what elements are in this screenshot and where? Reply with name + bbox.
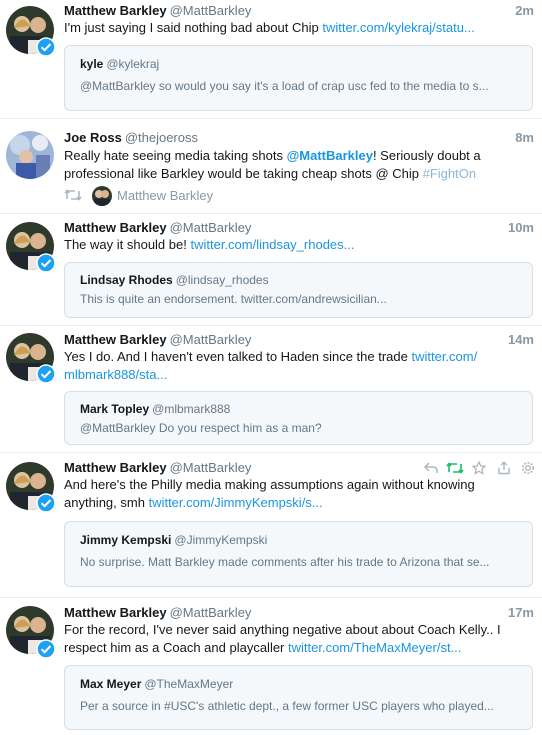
tweet-item[interactable]: Matthew Barkley @MattBarkley 10m The way … [0, 214, 542, 326]
retweeter-name[interactable]: Matthew Barkley [117, 188, 213, 203]
author-name[interactable]: Joe Ross [64, 130, 122, 145]
gear-icon[interactable] [521, 461, 535, 480]
tweet-item[interactable]: Matthew Barkley @MattBarkley 14m Yes I do… [0, 326, 542, 453]
quoted-author-handle: @mlbmark888 [152, 402, 231, 416]
star-icon[interactable] [471, 460, 487, 480]
author-name[interactable]: Matthew Barkley [64, 605, 167, 620]
author-handle[interactable]: @thejoeross [125, 130, 198, 145]
author-name[interactable]: Matthew Barkley [64, 332, 167, 347]
tweet-text: I'm just saying I said nothing bad about… [64, 19, 519, 37]
timestamp[interactable]: 10m [508, 218, 534, 238]
tweet-body: Yes I do. And I haven't even talked to H… [64, 349, 408, 364]
quoted-tweet[interactable]: Mark Topley @mlbmark888 @MattBarkley Do y… [64, 391, 533, 445]
timestamp[interactable]: 8m [515, 128, 534, 148]
tweet-text: The way it should be! twitter.com/lindsa… [64, 236, 519, 254]
author-handle[interactable]: @MattBarkley [170, 605, 252, 620]
tweet-item[interactable]: Matthew Barkley @MattBarkley 17m For the … [0, 598, 542, 735]
author-name[interactable]: Matthew Barkley [64, 460, 167, 475]
verified-badge-icon [36, 37, 56, 57]
verified-badge-icon [36, 364, 56, 384]
tweet-text: For the record, I've never said anything… [64, 621, 519, 657]
tweet-header: Matthew Barkley @MattBarkley 10m [64, 218, 534, 238]
quoted-author-handle: @TheMaxMeyer [144, 677, 234, 691]
retweeted-by-row[interactable]: Matthew Barkley [64, 184, 264, 208]
quoted-author-name: kyle [80, 57, 104, 71]
quoted-tweet[interactable]: Jimmy Kempski @JimmyKempski No surprise. … [64, 521, 533, 587]
quoted-tweet[interactable]: kyle @kylekraj @MattBarkley so would you … [64, 45, 533, 111]
timestamp[interactable]: 17m [508, 603, 534, 623]
tweet-item[interactable]: Joe Ross @thejoeross 8m Really hate seein… [0, 119, 542, 214]
tweet-link[interactable]: twitter.com/JimmyKempski/s... [149, 495, 323, 510]
tweet-body: Really hate seeing media taking shots [64, 148, 287, 163]
retweet-icon [64, 188, 82, 207]
quoted-tweet[interactable]: Lindsay Rhodes @lindsay_rhodes This is qu… [64, 262, 533, 318]
tweet-text: And here's the Philly media making assum… [64, 476, 519, 512]
retweeter-avatar[interactable] [92, 186, 112, 206]
tweet-header: Matthew Barkley @MattBarkley [64, 458, 412, 478]
quoted-author-name: Mark Topley [80, 402, 150, 416]
author-handle[interactable]: @MattBarkley [170, 460, 252, 475]
quoted-text: No surprise. Matt Barkley made comments … [80, 555, 490, 569]
tweet-text: Yes I do. And I haven't even talked to H… [64, 348, 519, 384]
tweet-body: The way it should be! [64, 237, 187, 252]
share-icon[interactable] [497, 461, 511, 480]
tweet-link[interactable]: twitter.com/lindsay_rhodes... [190, 237, 354, 252]
quoted-author-handle: @JimmyKempski [174, 533, 268, 547]
author-name[interactable]: Matthew Barkley [64, 3, 167, 18]
quoted-text: @MattBarkley so would you say it's a loa… [80, 79, 489, 93]
tweet-header: Matthew Barkley @MattBarkley 14m [64, 330, 534, 350]
quoted-tweet[interactable]: Max Meyer @TheMaxMeyer Per a source in #U… [64, 665, 533, 730]
verified-badge-icon [36, 253, 56, 273]
retweet-icon[interactable] [446, 461, 464, 480]
quoted-text: Per a source in #USC's athletic dept., a… [80, 699, 494, 713]
hashtag-link[interactable]: #FightOn [423, 166, 476, 181]
mention-link[interactable]: @MattBarkley [287, 148, 373, 163]
reply-icon[interactable] [423, 461, 438, 480]
quoted-author-name: Lindsay Rhodes [80, 273, 173, 287]
quoted-text: This is quite an endorsement. twitter.co… [80, 292, 387, 306]
quoted-text: @MattBarkley Do you respect him as a man… [80, 421, 322, 435]
author-handle[interactable]: @MattBarkley [170, 220, 252, 235]
avatar[interactable] [6, 131, 54, 179]
tweet-body: I'm just saying I said nothing bad about… [64, 20, 319, 35]
tweet-item[interactable]: Matthew Barkley @MattBarkley 2m I'm just … [0, 0, 542, 119]
verified-badge-icon [36, 639, 56, 659]
tweet-actions [423, 460, 539, 475]
tweet-header: Matthew Barkley @MattBarkley 2m [64, 1, 534, 21]
timestamp[interactable]: 2m [515, 1, 534, 21]
tweet-header: Joe Ross @thejoeross 8m [64, 128, 534, 148]
tweet-feed: Matthew Barkley @MattBarkley 2m I'm just … [0, 0, 542, 735]
tweet-link[interactable]: twitter.com/kylekraj/statu... [322, 20, 474, 35]
author-handle[interactable]: @MattBarkley [170, 3, 252, 18]
tweet-link[interactable]: twitter.com/TheMaxMeyer/st... [288, 640, 461, 655]
timestamp[interactable]: 14m [508, 330, 534, 350]
quoted-author-name: Jimmy Kempski [80, 533, 172, 547]
author-handle[interactable]: @MattBarkley [170, 332, 252, 347]
tweet-header: Matthew Barkley @MattBarkley 17m [64, 603, 534, 623]
tweet-text: Really hate seeing media taking shots @M… [64, 147, 519, 183]
verified-badge-icon [36, 493, 56, 513]
quoted-author-name: Max Meyer [80, 677, 142, 691]
quoted-author-handle: @kylekraj [106, 57, 160, 71]
quoted-author-handle: @lindsay_rhodes [175, 273, 269, 287]
author-name[interactable]: Matthew Barkley [64, 220, 167, 235]
